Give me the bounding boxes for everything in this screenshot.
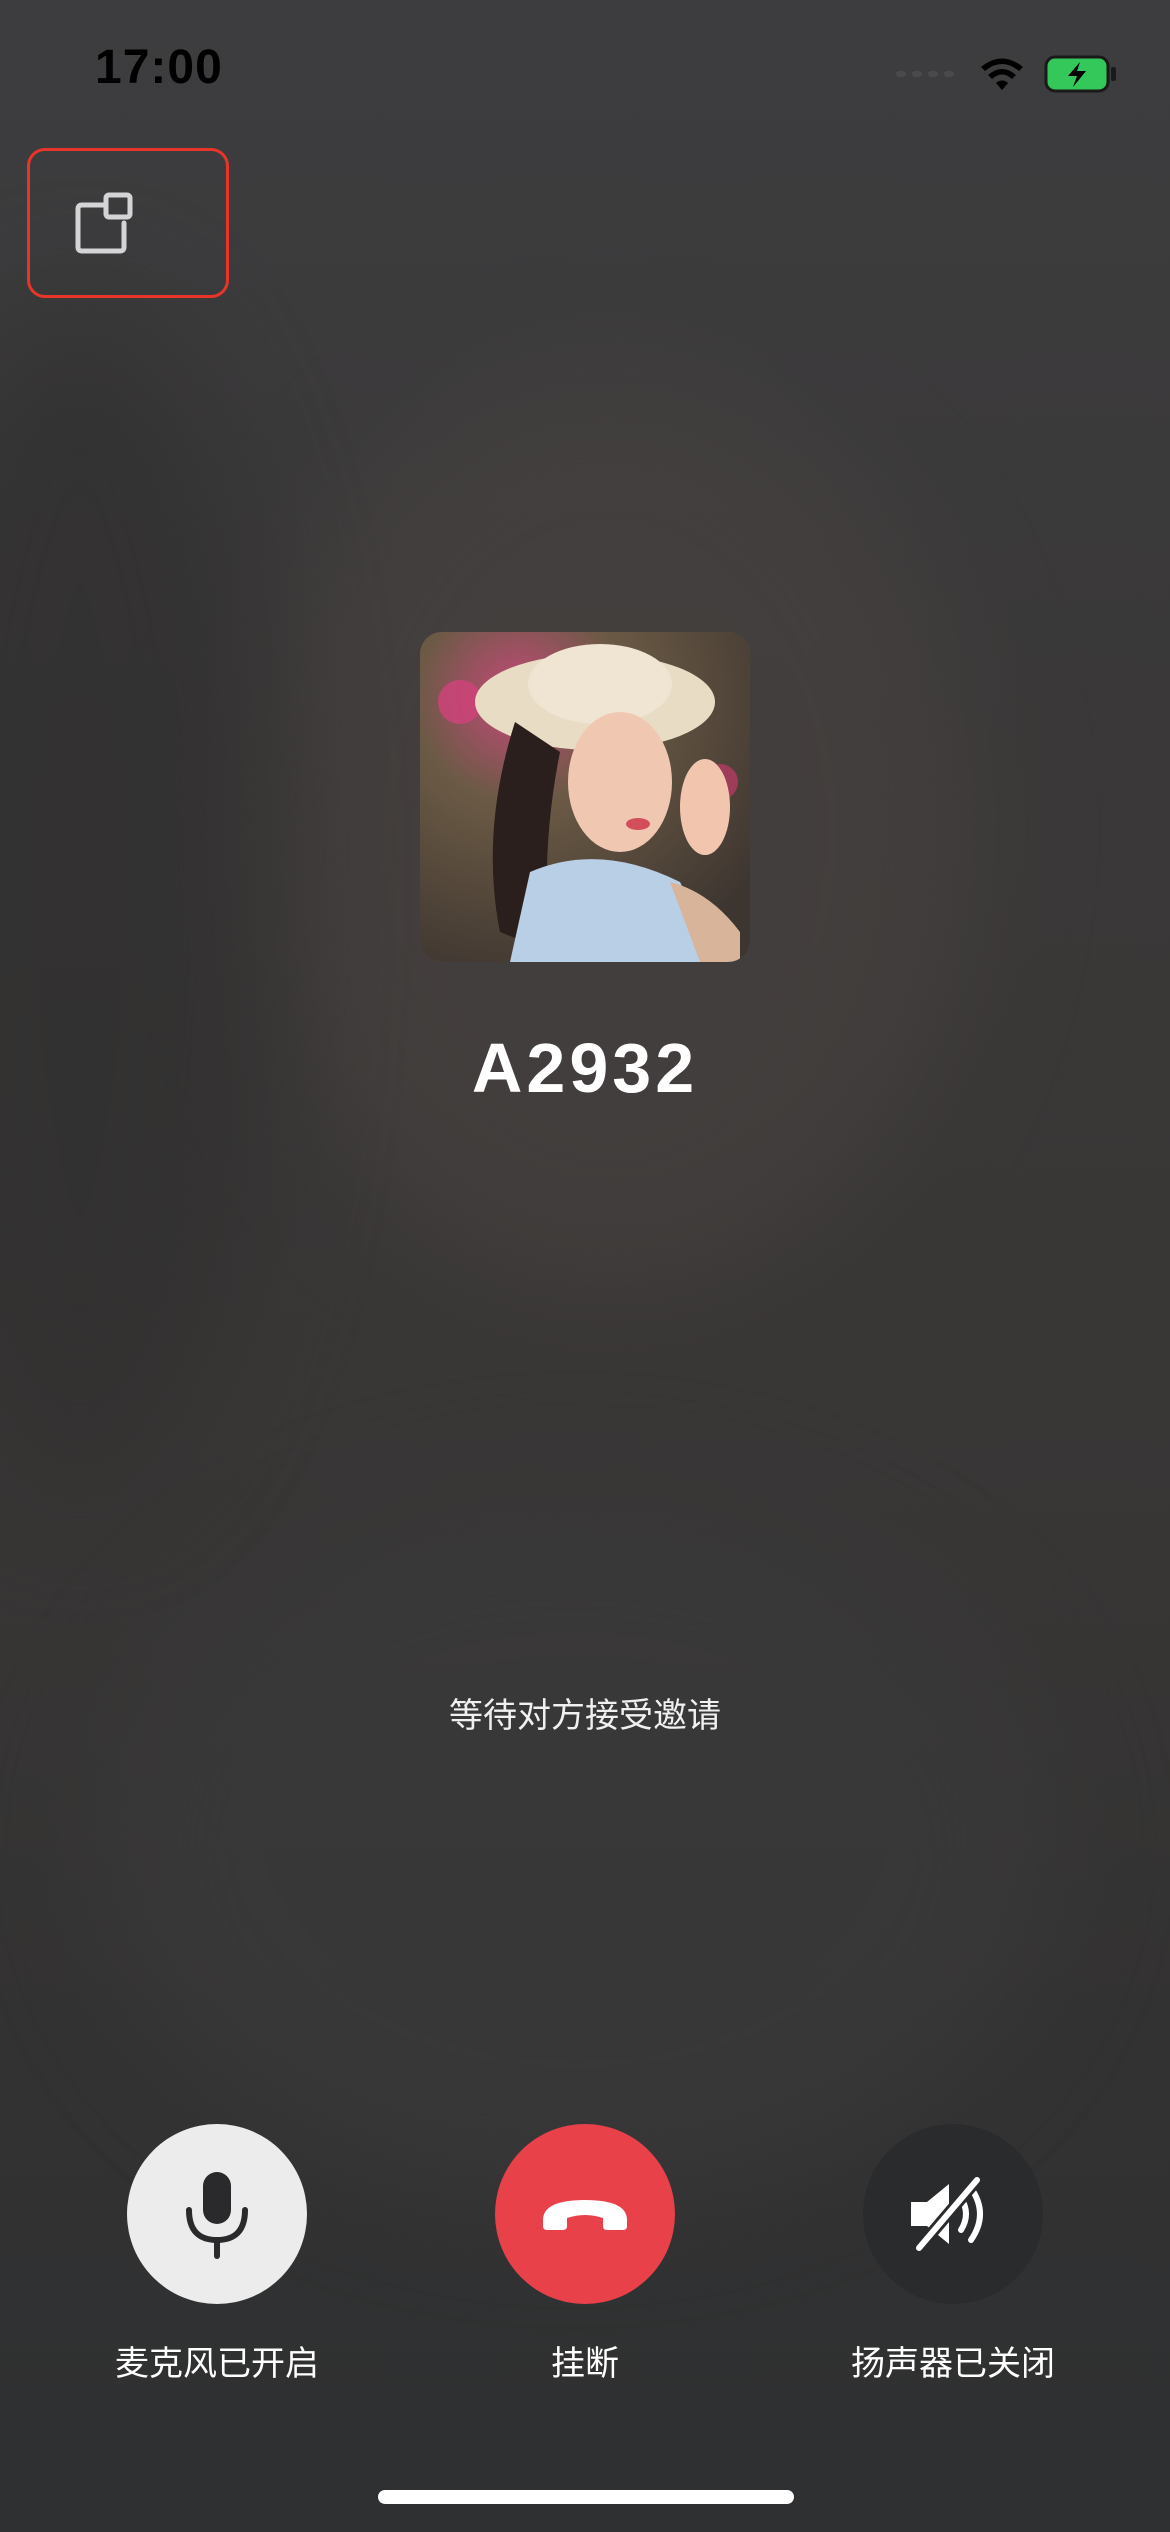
background-blur [100,1500,1050,2200]
home-indicator[interactable] [378,2490,794,2504]
picture-in-picture-icon [75,192,133,254]
avatar-image [420,632,750,962]
microphone-control: 麦克风已开启 [67,2124,367,2385]
caller-name: A2932 [471,1029,699,1107]
hangup-button[interactable] [495,2124,675,2304]
battery-charging-icon [1044,55,1116,93]
call-screen: 17:00 A2932 等待对方接受邀请 麦克风已开启 挂断 扬声器已关闭 [0,0,1170,2532]
call-status-text: 等待对方接受邀请 [449,1696,721,1736]
status-icons [896,52,1118,96]
speaker-label: 扬声器已关闭 [851,2344,1055,2384]
speaker-control: 扬声器已关闭 [803,2124,1103,2385]
signal-dots-icon [896,71,954,77]
hangup-control: 挂断 [435,2124,735,2385]
background-blur [0,300,280,1500]
pip-button[interactable] [27,148,229,298]
microphone-icon [186,2172,248,2259]
caller-avatar [420,632,750,962]
status-time: 17:00 [95,41,223,94]
call-controls: 麦克风已开启 挂断 扬声器已关闭 [0,2124,1170,2404]
phone-hangup-icon [543,2200,627,2230]
speaker-muted-icon [911,2174,983,2254]
hangup-label: 挂断 [551,2344,619,2384]
speaker-button[interactable] [863,2124,1043,2304]
microphone-button[interactable] [127,2124,307,2304]
microphone-label: 麦克风已开启 [115,2344,319,2384]
wifi-icon [981,58,1023,90]
status-bar: 17:00 [0,0,1170,140]
